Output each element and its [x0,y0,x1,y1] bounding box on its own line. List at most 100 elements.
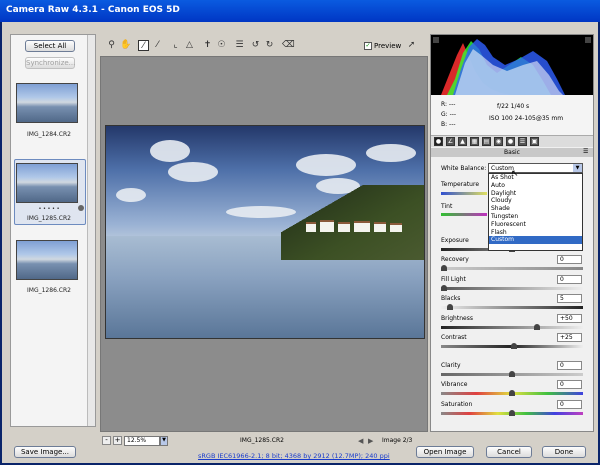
tab-tone-curve-icon[interactable]: ∠ [446,137,455,146]
cancel-button[interactable]: Cancel [486,446,532,458]
slider-label: Fill Light [441,276,466,283]
wb-option[interactable]: Daylight [489,190,582,198]
workflow-options-link[interactable]: sRGB IEC61966-2.1; 8 bit; 4368 by 2912 (… [198,452,390,460]
wb-option[interactable]: Cloudy [489,197,582,205]
vibrance-value[interactable]: 0 [557,380,582,389]
preview-area [100,56,428,432]
red-eye-tool-icon[interactable]: ☉ [216,40,227,51]
trash-icon[interactable]: ⌫ [282,40,295,51]
slider-label: Recovery [441,256,469,263]
fullscreen-icon[interactable]: ➚ [406,40,417,51]
camera-raw-window: Select All Synchronize... IMG_1284.CR2 •… [2,22,598,463]
tint-label: Tint [441,203,453,210]
select-all-button[interactable]: Select All [25,40,75,52]
thumbnail-label: IMG_1284.CR2 [27,131,71,138]
recovery-slider[interactable] [441,265,583,271]
brightness-value[interactable]: +50 [557,314,582,323]
saturation-slider[interactable] [441,410,583,416]
toolbar: ⚲ ✋ ⁄ ⁄ ⌞ △ ✝ ☉ ☰ ↺ ↻ ⌫ ✓ Preview ➚ [100,36,428,56]
clarity-slider[interactable] [441,371,583,377]
blue-readout: B: --- [441,121,456,128]
rotate-left-icon[interactable]: ↺ [250,40,261,51]
zoom-tool-icon[interactable]: ⚲ [106,40,117,51]
tab-detail-icon[interactable]: ▲ [458,137,467,146]
tab-basic-icon[interactable]: ● [434,137,443,146]
color-sampler-tool-icon[interactable]: ⁄ [152,40,163,51]
preview-photo [105,125,425,339]
rating-dots[interactable]: • • • • • [11,206,87,212]
tab-presets-icon[interactable]: ☰ [518,137,527,146]
tab-split-toning-icon[interactable]: ▤ [482,137,491,146]
image-info: R: --- G: --- B: --- f/22 1/40 s ISO 100… [431,95,593,135]
temperature-label: Temperature [441,181,480,188]
thumbnail-img-1286[interactable] [16,240,78,280]
red-readout: R: --- [441,101,456,108]
adjustments-panel: R: --- G: --- B: --- f/22 1/40 s ISO 100… [430,34,594,432]
tab-snapshots-icon[interactable]: ▣ [530,137,539,146]
wb-option-selected[interactable]: Custom [489,236,582,245]
slider-label: Brightness [441,315,473,322]
blacks-slider[interactable] [441,304,583,310]
slider-label: Exposure [441,237,469,244]
fill-light-value[interactable]: 0 [557,275,582,284]
open-image-button[interactable]: Open Image [416,446,474,458]
wb-option[interactable]: Shade [489,205,582,213]
synchronize-button[interactable]: Synchronize... [25,57,75,69]
white-balance-select[interactable]: Custom ▼ [488,163,583,173]
preview-checkbox[interactable]: ✓ [364,42,372,50]
mouse-cursor-icon: ↖ [511,169,519,179]
brightness-slider[interactable] [441,324,583,330]
contrast-value[interactable]: +25 [557,333,582,342]
crop-tool-icon[interactable]: ⌞ [170,40,181,51]
blacks-value[interactable]: 5 [557,294,582,303]
slider-label: Saturation [441,401,473,408]
white-balance-tool-icon[interactable]: ⁄ [138,40,149,51]
tab-hsl-icon[interactable]: ▦ [470,137,479,146]
wb-option[interactable]: Fluorescent [489,221,582,229]
thumbnail-img-1285[interactable] [16,163,78,203]
saturation-value[interactable]: 0 [557,400,582,409]
done-button[interactable]: Done [542,446,586,458]
thumbnail-label: IMG_1285.CR2 [27,215,71,222]
thumbnail-img-1284[interactable] [16,83,78,123]
green-readout: G: --- [441,111,457,118]
panel-title: Basic [431,148,593,157]
rotate-right-icon[interactable]: ↻ [264,40,275,51]
fill-light-slider[interactable] [441,285,583,291]
tab-camera-calibration-icon[interactable]: ● [506,137,515,146]
straighten-tool-icon[interactable]: △ [184,40,195,51]
chevron-down-icon[interactable]: ▼ [573,164,582,172]
thumbnail-label: IMG_1286.CR2 [27,287,71,294]
filmstrip: Select All Synchronize... IMG_1284.CR2 •… [10,34,96,427]
white-balance-label: White Balance: [441,165,487,172]
recovery-value[interactable]: 0 [557,255,582,264]
preferences-icon[interactable]: ☰ [234,40,245,51]
slider-label: Vibrance [441,381,468,388]
clarity-value[interactable]: 0 [557,361,582,370]
contrast-slider[interactable] [441,343,583,349]
wb-option[interactable]: As Shot [489,174,582,182]
filmstrip-scrollbar[interactable] [87,35,95,426]
vibrance-slider[interactable] [441,390,583,396]
wb-option[interactable]: Auto [489,182,582,190]
tint-slider[interactable] [441,213,487,216]
badge-icon [78,205,84,211]
panel-tabs: ● ∠ ▲ ▦ ▤ ◉ ● ☰ ▣ [431,135,593,147]
title-bar: Camera Raw 4.3.1 - Canon EOS 5D [0,0,600,22]
aperture-shutter: f/22 1/40 s [497,103,530,110]
hand-tool-icon[interactable]: ✋ [120,40,131,51]
save-image-button[interactable]: Save Image... [14,446,76,458]
iso-lens: ISO 100 24-105@35 mm [489,115,564,122]
temperature-slider[interactable] [441,192,487,195]
spot-removal-tool-icon[interactable]: ✝ [202,40,213,51]
wb-option[interactable]: Tungsten [489,213,582,221]
preview-label: Preview [374,42,402,50]
wb-option[interactable]: Flash [489,229,582,237]
slider-label: Blacks [441,295,461,302]
panel-menu-icon[interactable]: ☰ [583,148,588,155]
white-balance-dropdown: As Shot Auto Daylight Cloudy Shade Tungs… [488,173,583,251]
tab-lens-icon[interactable]: ◉ [494,137,503,146]
slider-label: Contrast [441,334,467,341]
window-title: Camera Raw 4.3.1 - Canon EOS 5D [6,5,180,15]
slider-label: Clarity [441,362,461,369]
